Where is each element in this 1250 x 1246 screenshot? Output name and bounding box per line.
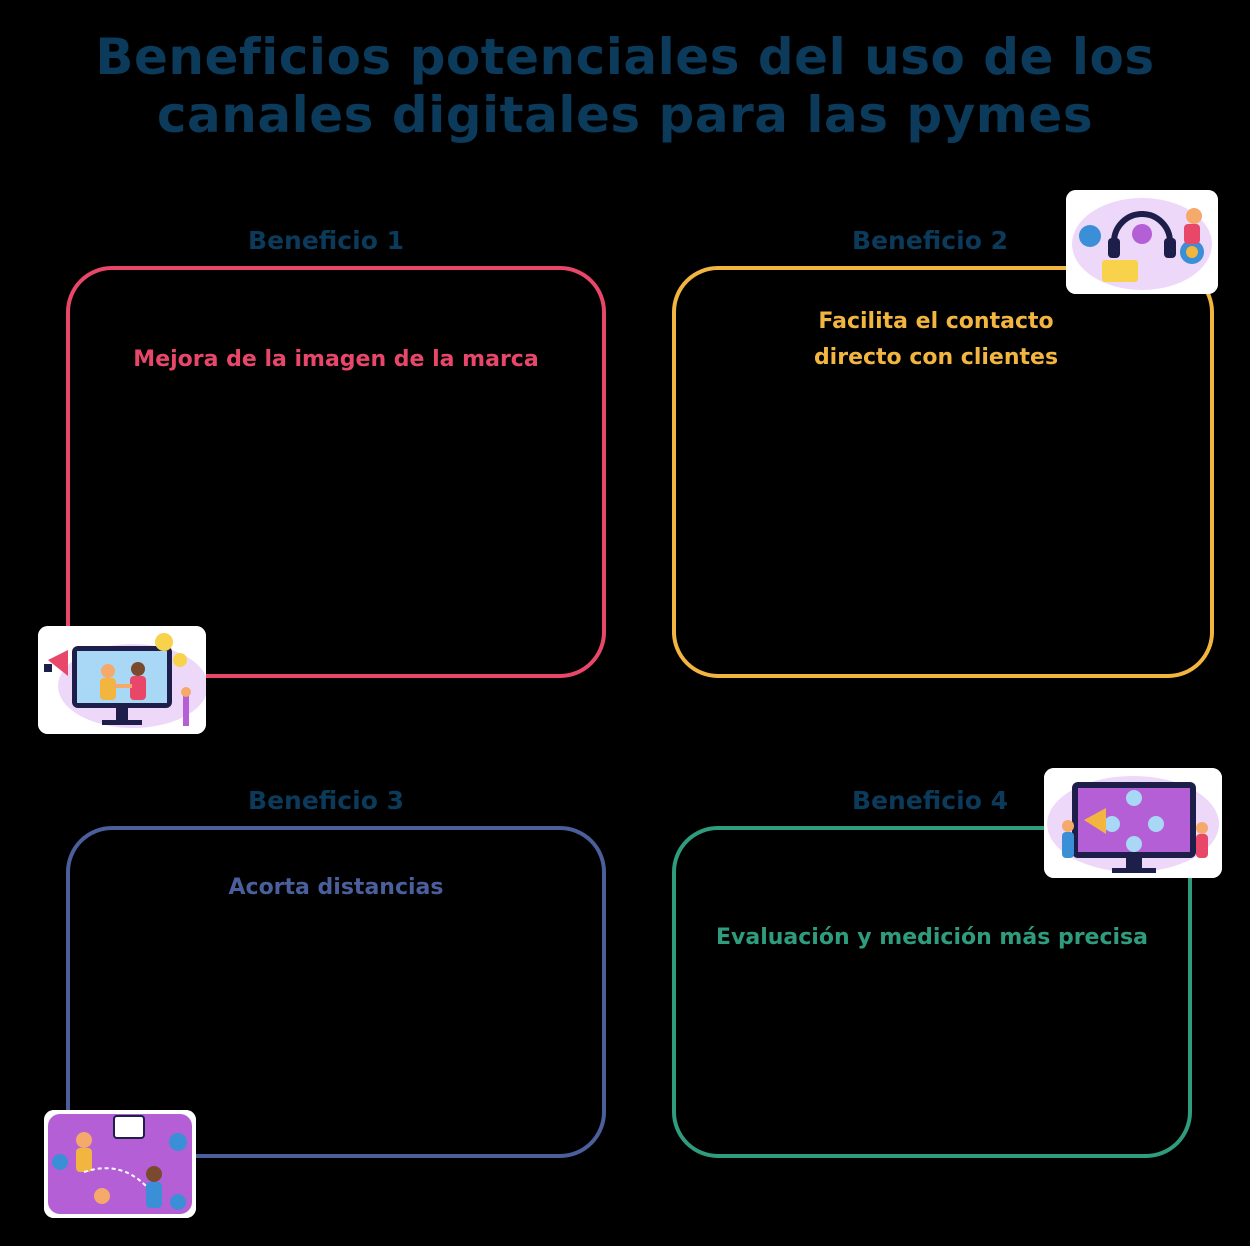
marketing-handshake-illustration-icon xyxy=(38,626,206,734)
benefit-3-label: Beneficio 3 xyxy=(248,786,404,815)
benefit-1-label: Beneficio 1 xyxy=(248,226,404,255)
remote-connection-illustration-icon xyxy=(44,1110,196,1218)
benefit-4-label: Beneficio 4 xyxy=(852,786,1008,815)
page-title: Beneficios potenciales del uso de los ca… xyxy=(95,28,1155,144)
benefit-1-box: Mejora de la imagen de la marca xyxy=(66,266,606,678)
analytics-dashboard-illustration-icon xyxy=(1044,768,1222,878)
benefit-2-label: Beneficio 2 xyxy=(852,226,1008,255)
benefit-1-text: Mejora de la imagen de la marca xyxy=(133,347,539,372)
benefit-3-box: Acorta distancias xyxy=(66,826,606,1158)
benefit-2-text: Facilita el contacto directo con cliente… xyxy=(813,309,1059,370)
benefit-2-box: Facilita el contacto directo con cliente… xyxy=(672,266,1214,678)
customer-support-headset-illustration-icon xyxy=(1066,190,1218,294)
benefit-3-text: Acorta distancias xyxy=(228,875,444,900)
benefit-4-text: Evaluación y medición más precisa xyxy=(716,925,1148,950)
